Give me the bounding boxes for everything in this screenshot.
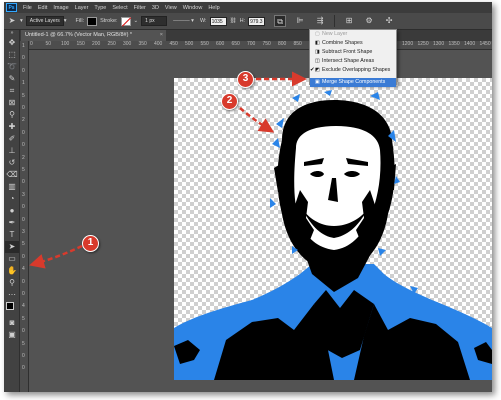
annotation-badge-1: 1 xyxy=(82,235,99,252)
annotation-arrow-2 xyxy=(239,107,275,133)
annotation-arrow-1 xyxy=(29,244,83,269)
annotation-badge-3: 3 xyxy=(237,71,254,88)
annotation-overlay xyxy=(29,71,307,269)
photoshop-window: Ps File Edit Image Layer Type Select Fil… xyxy=(4,2,492,392)
annotation-badge-2: 2 xyxy=(221,93,238,110)
